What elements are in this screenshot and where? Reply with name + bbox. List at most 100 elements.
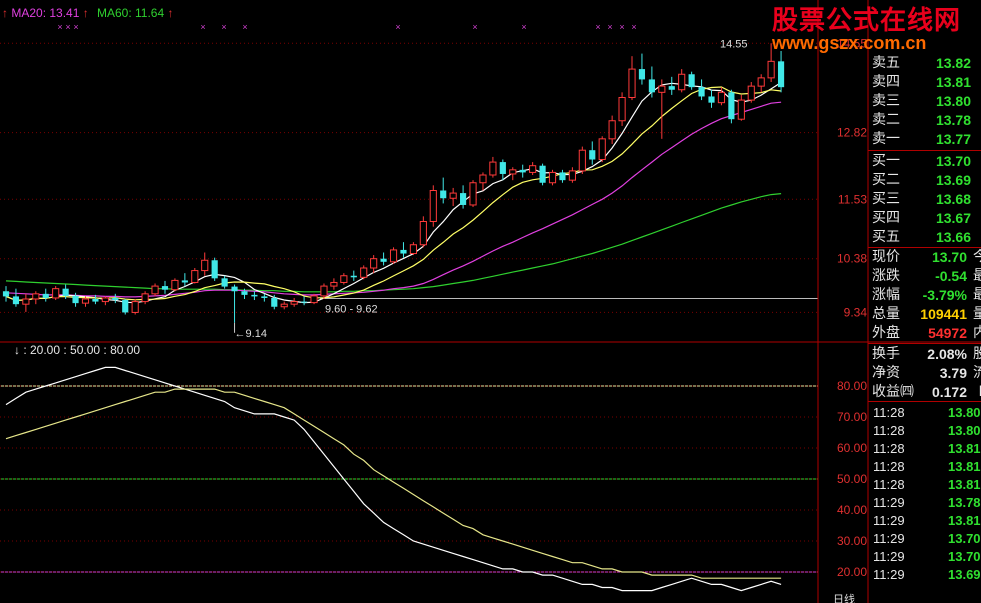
candle-body	[360, 267, 368, 278]
tick-row[interactable]: 11:29 13.78	[872, 494, 981, 512]
candle-body	[618, 97, 626, 122]
quote-info-row[interactable]: 涨幅 -3.79% 最	[872, 286, 981, 305]
quote-info-row-label: 涨跌	[872, 268, 900, 284]
signal-marker: ×	[607, 22, 612, 32]
high-price-label: 14.55	[720, 38, 748, 50]
candle-body	[479, 174, 487, 184]
order-book-row-value: 13.81	[935, 74, 971, 90]
candle-body	[728, 92, 735, 120]
short-ma-line-layer	[5, 81, 782, 304]
order-book-row[interactable]: 买三 13.68	[872, 190, 981, 209]
stats-row[interactable]: 净资 3.79 流	[872, 364, 981, 383]
candle-body	[638, 69, 646, 80]
tick-row[interactable]: 11:28 13.80	[872, 404, 981, 422]
order-book-row-label: 卖三	[872, 93, 900, 109]
candle-body	[519, 169, 526, 173]
indicator-layer: 80.00 70.00 60.00 50.00 40.00 30.00 20.00	[0, 366, 867, 592]
order-book-row[interactable]: 卖二 13.78	[872, 111, 981, 130]
candle-body	[112, 297, 119, 301]
order-book-row[interactable]: 买二 13.69	[872, 171, 981, 190]
quote-info-row-label: 总量	[872, 306, 900, 322]
tick-price: 13.70	[948, 549, 981, 564]
tick-row[interactable]: 11:29 13.81	[872, 512, 981, 530]
quote-info-row[interactable]: 总量 109441 量	[872, 305, 981, 324]
candle-body	[340, 275, 348, 283]
quote-info-row-label: 现价	[872, 249, 900, 265]
order-book-row-value: 13.80	[935, 93, 971, 109]
candle-body	[737, 99, 745, 120]
signal-marker: ×	[221, 22, 226, 32]
tick-time: 11:28	[873, 423, 905, 438]
chart-area[interactable]: 14.5512.8211.5310.389.34× × × × × × × × × × × × × ←9…	[0, 0, 981, 603]
order-book-row[interactable]: 买四 13.67	[872, 209, 981, 228]
order-book-row[interactable]: 卖五 13.82	[872, 54, 981, 73]
quote-info-row-value: 109441	[920, 306, 967, 322]
candle-body	[161, 286, 169, 290]
candle-body	[688, 74, 695, 88]
order-book-row-label: 卖二	[872, 112, 900, 128]
quote-info-row[interactable]: 外盘 54972 内	[872, 324, 981, 343]
signal-marker: ×	[631, 22, 636, 32]
candle-body	[489, 161, 497, 176]
order-book-row[interactable]: 卖三 13.80	[872, 92, 981, 111]
tick-row[interactable]: 11:29 13.70	[872, 530, 981, 548]
tick-row[interactable]: 11:28 13.80	[872, 422, 981, 440]
order-book-row-label: 买一	[872, 153, 900, 169]
tick-price: 13.69	[948, 567, 981, 582]
order-book-row[interactable]: 买一 13.70	[872, 152, 981, 171]
quote-info-row-value: -3.79%	[922, 287, 967, 303]
quote-info-row-suffix: 内	[973, 325, 981, 341]
signal-marker: ×	[619, 22, 624, 32]
candle-body	[261, 296, 268, 298]
order-book-row[interactable]: 卖一 13.77	[872, 130, 981, 149]
ma20-label: ↑ MA20: 13.41 ↑	[2, 6, 89, 20]
signal-marker: ×	[242, 22, 247, 32]
tick-row[interactable]: 11:28 13.81	[872, 476, 981, 494]
tick-row[interactable]: 11:28 13.81	[872, 440, 981, 458]
candle-body	[221, 278, 228, 287]
low-price-label: ←9.14	[235, 328, 267, 340]
candle-body	[171, 279, 179, 291]
candle-body	[211, 260, 218, 279]
quote-info-row-value: 54972	[928, 325, 967, 341]
tick-time: 11:29	[873, 513, 905, 528]
tick-row[interactable]: 11:29 13.70	[872, 548, 981, 566]
candle-body	[350, 275, 357, 278]
quote-info-row[interactable]: 现价 13.70 今	[872, 248, 981, 267]
order-book-row-label: 买二	[872, 172, 900, 188]
stats-row-suffix: 股	[973, 346, 981, 362]
candle-body	[42, 293, 49, 298]
ma60-line-layer	[5, 193, 782, 293]
order-book-row[interactable]: 卖四 13.81	[872, 73, 981, 92]
tick-price: 13.70	[948, 531, 981, 546]
stats-row-value: 3.79	[939, 365, 967, 381]
order-book-row-label: 买三	[872, 191, 900, 207]
candle-body	[92, 299, 99, 302]
candle-body	[22, 298, 30, 305]
candle-body	[101, 297, 109, 303]
tick-time: 11:28	[873, 405, 905, 420]
quote-info-row-label: 外盘	[872, 325, 900, 341]
tick-row[interactable]: 11:29 13.69	[872, 566, 981, 584]
tick-price: 13.81	[948, 513, 981, 528]
quote-info-row[interactable]: 涨跌 -0.54 最	[872, 267, 981, 286]
signal-marker: ×	[200, 22, 205, 32]
stats-row[interactable]: 收益㈣0.172P	[872, 383, 981, 402]
candle-body	[578, 149, 586, 172]
tick-row[interactable]: 11:28 13.81	[872, 458, 981, 476]
candle-body	[499, 162, 506, 174]
tick-price: 13.80	[948, 405, 981, 420]
order-book-row-value: 13.70	[935, 153, 971, 169]
tick-time: 11:29	[873, 567, 905, 582]
tick-price: 13.78	[948, 495, 981, 510]
candle-body	[52, 288, 60, 299]
indicator-axis-tick: 50.00	[837, 472, 867, 486]
order-book-row[interactable]: 买五 13.66	[872, 228, 981, 247]
site-logo-url: www.gszx.com.cn	[772, 33, 927, 53]
stats-row[interactable]: 换手 2.08% 股	[872, 345, 981, 364]
price-axis-tick: 9.34	[844, 305, 868, 319]
candle-body	[460, 193, 467, 205]
arrow-up-icon: ↑	[164, 6, 174, 20]
tick-price: 13.81	[948, 459, 981, 474]
candle-body	[370, 258, 378, 269]
